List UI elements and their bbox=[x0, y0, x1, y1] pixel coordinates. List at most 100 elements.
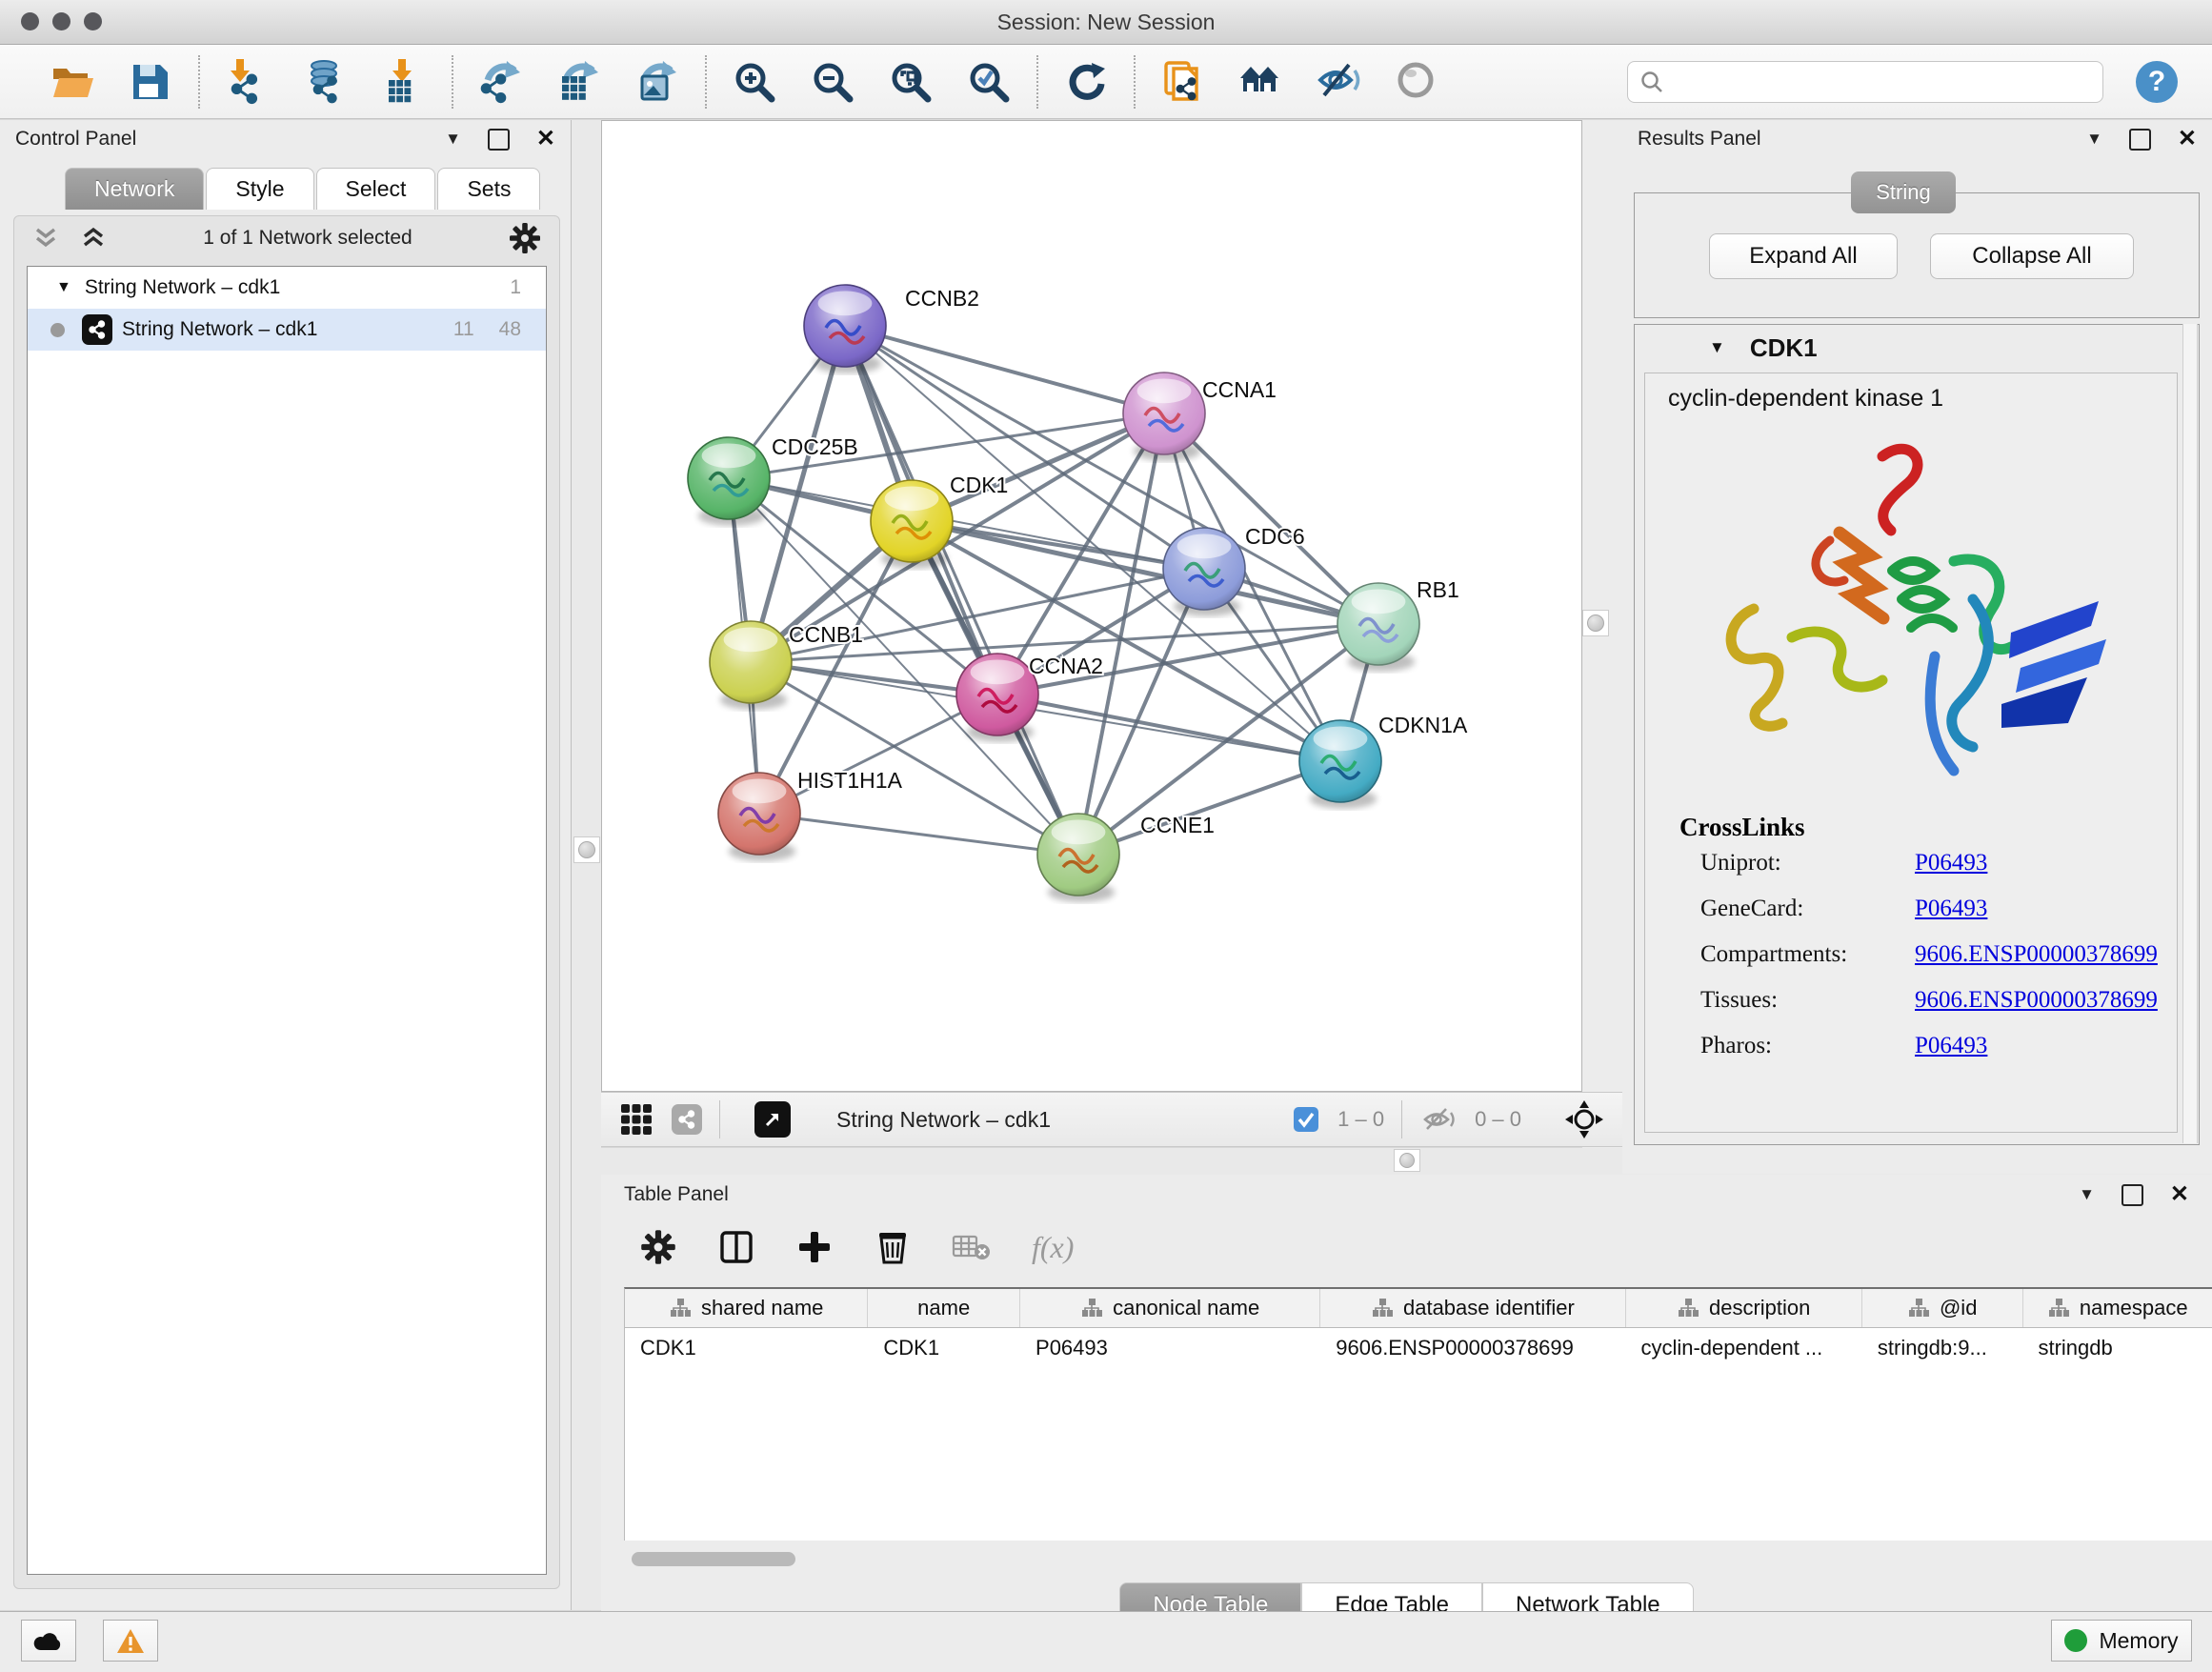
import-network-file-icon[interactable] bbox=[223, 57, 272, 107]
help-button[interactable]: ? bbox=[2132, 57, 2182, 107]
horizontal-splitter-handle[interactable] bbox=[1394, 1149, 1420, 1172]
node-CCNB2[interactable]: CCNB2 bbox=[804, 285, 979, 373]
tab-select[interactable]: Select bbox=[316, 168, 436, 210]
zoom-out-icon[interactable] bbox=[808, 57, 857, 107]
export-image-icon[interactable] bbox=[633, 57, 682, 107]
memory-button[interactable]: Memory bbox=[2051, 1620, 2192, 1662]
string-home-icon[interactable] bbox=[1237, 57, 1286, 107]
export-table-icon[interactable] bbox=[554, 57, 604, 107]
detach-view-icon[interactable] bbox=[754, 1101, 791, 1138]
share-view-icon[interactable] bbox=[672, 1104, 702, 1135]
node-CCNE1[interactable]: CCNE1 bbox=[1037, 813, 1215, 902]
show-columns-icon[interactable] bbox=[717, 1228, 755, 1266]
right-splitter[interactable] bbox=[1582, 120, 1622, 1174]
column-header-namespace[interactable]: namespace bbox=[2023, 1289, 2212, 1327]
tree-expander-icon[interactable]: ▼ bbox=[56, 279, 71, 296]
tab-string[interactable]: String bbox=[1851, 171, 1956, 213]
edge-CDK1-RB1[interactable] bbox=[912, 521, 1378, 624]
table-cell[interactable]: CDK1 bbox=[625, 1328, 868, 1368]
panel-close-icon[interactable]: ✕ bbox=[2170, 1183, 2189, 1206]
open-session-icon[interactable] bbox=[48, 57, 97, 107]
node-HIST1H1A[interactable]: HIST1H1A bbox=[718, 768, 903, 861]
column-header--id[interactable]: @id bbox=[1862, 1289, 2023, 1327]
node-CCNA2[interactable]: CCNA2 bbox=[956, 654, 1103, 742]
zoom-in-icon[interactable] bbox=[730, 57, 779, 107]
add-column-icon[interactable] bbox=[795, 1228, 834, 1266]
left-splitter[interactable] bbox=[572, 120, 601, 1610]
crosslink-link[interactable]: 9606.ENSP00000378699 bbox=[1915, 941, 2158, 968]
search-box[interactable] bbox=[1627, 61, 2103, 103]
main-toolbar: ? bbox=[0, 45, 2212, 119]
gear-icon[interactable] bbox=[508, 221, 542, 255]
table-gear-icon[interactable] bbox=[639, 1228, 677, 1266]
zoom-selected-icon[interactable] bbox=[964, 57, 1014, 107]
crosshair-icon[interactable] bbox=[1563, 1098, 1605, 1140]
panel-float-icon[interactable] bbox=[2129, 129, 2151, 151]
column-header-database-identifier[interactable]: database identifier bbox=[1320, 1289, 1625, 1327]
column-header-canonical-name[interactable]: canonical name bbox=[1020, 1289, 1320, 1327]
panel-menu-icon[interactable]: ▼ bbox=[2086, 130, 2102, 149]
crosslink-row: Compartments:9606.ENSP00000378699 bbox=[1679, 941, 2177, 968]
table-horizontal-scrollbar[interactable] bbox=[632, 1552, 795, 1566]
left-splitter-handle[interactable] bbox=[573, 836, 600, 863]
hide-graphics-icon[interactable] bbox=[1315, 57, 1364, 107]
tab-style[interactable]: Style bbox=[206, 168, 313, 210]
export-network-icon[interactable] bbox=[476, 57, 526, 107]
grid-view-icon[interactable] bbox=[618, 1101, 654, 1138]
column-header-name[interactable]: name bbox=[868, 1289, 1020, 1327]
crosslink-link[interactable]: P06493 bbox=[1915, 896, 1987, 922]
node-CDKN1A[interactable]: CDKN1A bbox=[1299, 713, 1468, 809]
panel-float-icon[interactable] bbox=[2122, 1184, 2143, 1206]
node-RB1[interactable]: RB1 bbox=[1337, 577, 1459, 672]
table-row[interactable]: CDK1CDK1P064939606.ENSP00000378699cyclin… bbox=[625, 1328, 2212, 1368]
edge-CCNB2-RB1[interactable] bbox=[845, 326, 1378, 624]
warnings-button[interactable] bbox=[103, 1620, 158, 1662]
table-cell[interactable]: P06493 bbox=[1020, 1328, 1320, 1368]
zoom-fit-icon[interactable] bbox=[886, 57, 935, 107]
edge-CCNA2-CDKN1A[interactable] bbox=[997, 695, 1340, 761]
network-graph[interactable]: CCNB2 CCNA1 CDC25B CDK1 CDC6 RB1 CCNB1 C… bbox=[602, 121, 1581, 1091]
column-header-description[interactable]: description bbox=[1626, 1289, 1862, 1327]
crosslink-link[interactable]: 9606.ENSP00000378699 bbox=[1915, 987, 2158, 1014]
panel-menu-icon[interactable]: ▼ bbox=[445, 130, 461, 149]
panel-menu-icon[interactable]: ▼ bbox=[2079, 1185, 2095, 1204]
node-table[interactable]: shared namename canonical name database … bbox=[624, 1287, 2212, 1541]
edge-CCNB2-CCNA1[interactable] bbox=[845, 326, 1164, 413]
table-cell[interactable]: 9606.ENSP00000378699 bbox=[1320, 1328, 1625, 1368]
show-graphics-icon[interactable] bbox=[1393, 57, 1442, 107]
refresh-view-icon[interactable] bbox=[1061, 57, 1111, 107]
table-cell[interactable]: CDK1 bbox=[868, 1328, 1020, 1368]
entry-collapse-icon[interactable]: ▼ bbox=[1709, 338, 1725, 357]
network-canvas[interactable]: CCNB2 CCNA1 CDC25B CDK1 CDC6 RB1 CCNB1 C… bbox=[601, 120, 1582, 1092]
panel-close-icon[interactable]: ✕ bbox=[536, 128, 555, 151]
table-cell[interactable]: stringdb:9... bbox=[1862, 1328, 2023, 1368]
expand-all-chevron-icon[interactable] bbox=[79, 226, 108, 251]
panel-close-icon[interactable]: ✕ bbox=[2178, 128, 2197, 151]
table-cell[interactable]: stringdb bbox=[2022, 1328, 2212, 1368]
clipboard-network-icon[interactable] bbox=[1158, 57, 1208, 107]
network-row[interactable]: String Network – cdk1 11 48 bbox=[28, 309, 546, 351]
search-input[interactable] bbox=[1674, 69, 2091, 95]
selected-checkbox-icon[interactable] bbox=[1292, 1105, 1320, 1134]
tab-network[interactable]: Network bbox=[65, 168, 204, 210]
save-session-icon[interactable] bbox=[126, 57, 175, 107]
edge-HIST1H1A-CCNE1[interactable] bbox=[759, 814, 1078, 855]
panel-float-icon[interactable] bbox=[488, 129, 510, 151]
import-network-database-icon[interactable] bbox=[301, 57, 351, 107]
network-collection-row[interactable]: ▼ String Network – cdk1 1 bbox=[28, 267, 546, 309]
collapse-all-chevron-icon[interactable] bbox=[31, 226, 60, 251]
results-scrollbar[interactable] bbox=[2182, 324, 2198, 1143]
crosslink-link[interactable]: P06493 bbox=[1915, 1033, 1987, 1059]
cloud-button[interactable] bbox=[21, 1620, 76, 1662]
divider bbox=[1401, 1100, 1402, 1138]
collapse-all-button[interactable]: Collapse All bbox=[1930, 233, 2134, 279]
delete-table-icon bbox=[952, 1231, 992, 1263]
delete-column-icon[interactable] bbox=[874, 1228, 912, 1266]
tab-sets[interactable]: Sets bbox=[437, 168, 540, 210]
column-header-shared-name[interactable]: shared name bbox=[625, 1289, 868, 1327]
right-splitter-handle[interactable] bbox=[1582, 610, 1609, 636]
table-cell[interactable]: cyclin-dependent ... bbox=[1625, 1328, 1861, 1368]
import-table-file-icon[interactable] bbox=[379, 57, 429, 107]
expand-all-button[interactable]: Expand All bbox=[1709, 233, 1898, 279]
crosslink-link[interactable]: P06493 bbox=[1915, 850, 1987, 876]
